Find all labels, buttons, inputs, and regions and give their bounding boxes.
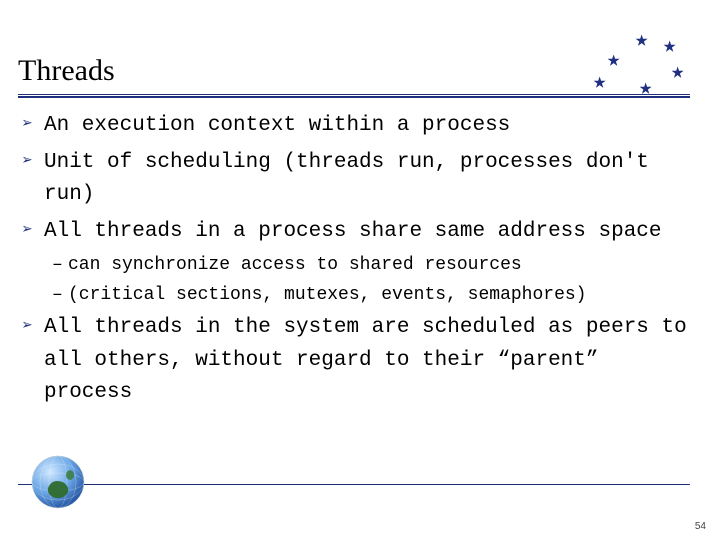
star-icon: ★ [635,30,648,52]
globe-australia-icon [30,454,86,510]
bullet-level1: ➢ An execution context within a process [22,110,695,143]
bullet-text: All threads in a process share same addr… [44,220,662,243]
bullet-level1: ➢ All threads in the system are schedule… [22,312,695,410]
content-area: ➢ An execution context within a process … [22,110,695,414]
star-icon: ★ [671,62,684,84]
bullet-level2: – (critical sections, mutexes, events, s… [22,282,695,310]
bullet-level1: ➢ All threads in a process share same ad… [22,216,695,249]
bullet-text: An execution context within a process [44,114,510,137]
bullet-text: (critical sections, mutexes, events, sem… [68,285,586,305]
title-rule [18,94,690,98]
arrow-icon: ➢ [22,149,33,177]
bullet-text: All threads in the system are scheduled … [44,316,687,404]
slide-title: Threads [18,54,115,88]
bullet-level1: ➢ Unit of scheduling (threads run, proce… [22,147,695,212]
bullet-level2: – can synchronize access to shared resou… [22,252,695,280]
page-number: 54 [695,521,706,532]
star-icon: ★ [607,50,620,72]
arrow-icon: ➢ [22,314,33,342]
footer-rule [18,484,690,485]
arrow-icon: ➢ [22,112,33,140]
slide: Threads ★ ★ ★ ★ ★ ★ ➢ An execution conte… [0,0,720,540]
bullet-text: Unit of scheduling (threads run, process… [44,151,649,207]
arrow-icon: ➢ [22,218,33,246]
star-icon: ★ [663,36,676,58]
bullet-text: can synchronize access to shared resourc… [68,255,522,275]
dash-icon: – [52,252,63,280]
dash-icon: – [52,282,63,310]
star-icon: ★ [593,72,606,94]
